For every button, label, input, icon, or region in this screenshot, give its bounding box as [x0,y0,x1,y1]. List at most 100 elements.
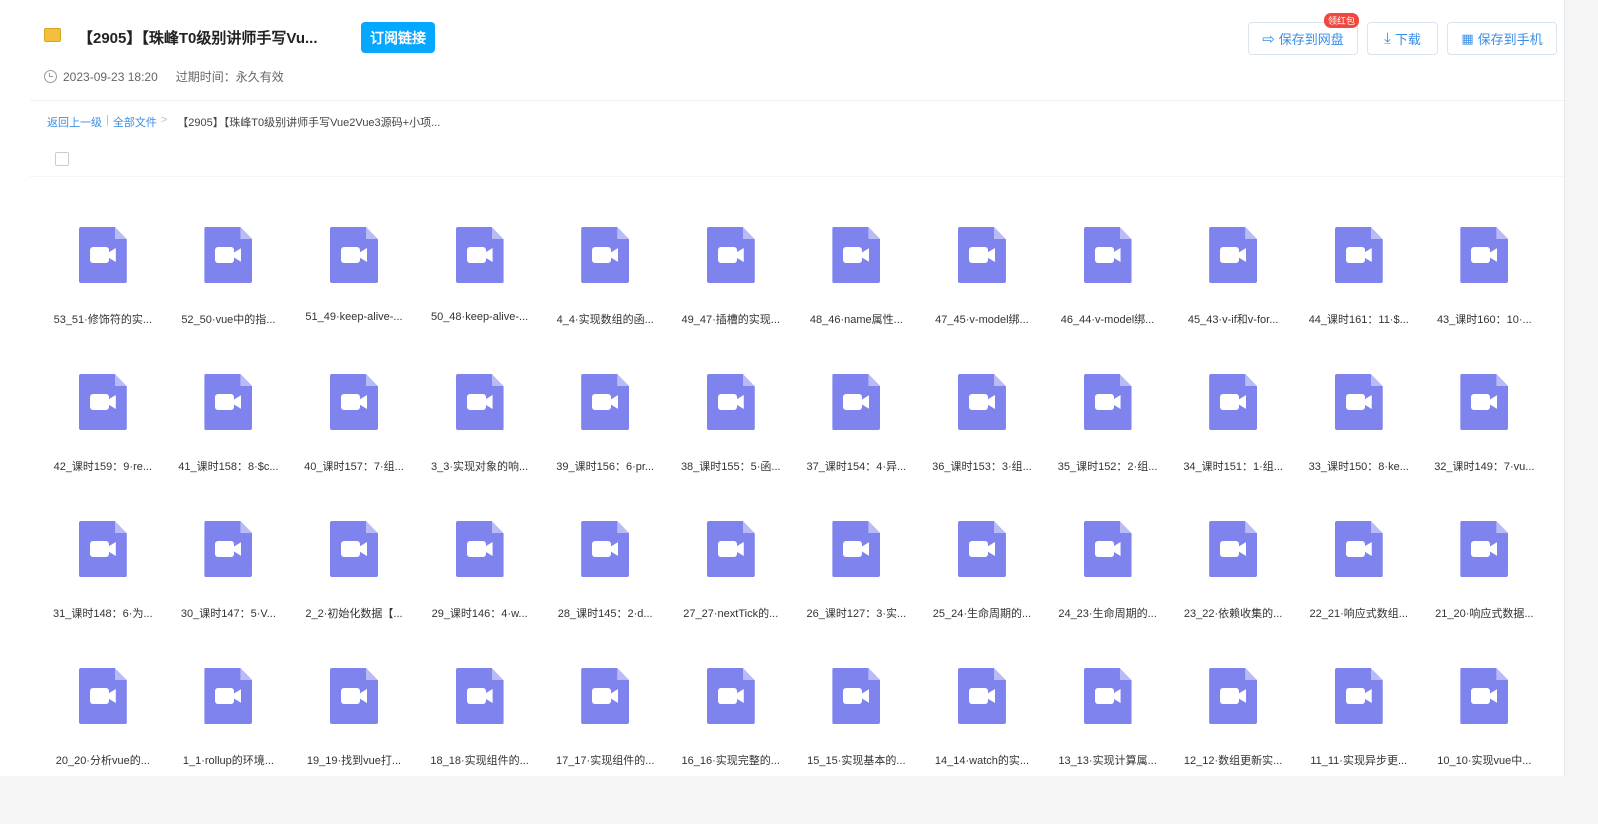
video-file-icon [1083,521,1132,577]
file-item[interactable]: 41_课时158：8·$c... [166,374,292,473]
video-file-icon [329,668,378,724]
file-item[interactable]: 29_课时146：4·w... [417,521,543,620]
video-file-icon [1209,374,1258,430]
file-item[interactable]: 38_课时155：5·函... [668,374,794,473]
video-file-icon [957,521,1006,577]
video-file-icon [1083,668,1132,724]
video-file-icon [455,227,504,283]
file-item[interactable]: 43_课时160：10·... [1422,227,1548,326]
video-file-icon [581,227,630,283]
file-item[interactable]: 20_20·分析vue的... [40,668,166,767]
file-item[interactable]: 11_11·实现异步更... [1296,668,1422,767]
share-meta: 2023-09-23 18:20 过期时间：永久有效 [44,68,284,85]
file-name: 51_49·keep-alive-... [305,311,403,323]
file-item[interactable]: 18_18·实现组件的... [417,668,543,767]
file-name: 29_课时146：4·w... [431,608,528,620]
file-item[interactable]: 25_24·生命周期的... [919,521,1045,620]
save-to-phone-button[interactable]: ▦ 保存到手机 [1447,22,1557,55]
file-item[interactable]: 50_48·keep-alive-... [417,227,543,323]
expire-text: 过期时间：永久有效 [175,70,284,84]
video-file-icon [78,227,127,283]
file-name: 31_课时148：6·为... [52,608,153,620]
file-item[interactable]: 2_2·初始化数据【... [291,521,417,620]
file-item[interactable]: 17_17·实现组件的... [542,668,668,767]
file-item[interactable]: 28_课时145：2·d... [542,521,668,620]
file-name: 37_课时154：4·异... [806,461,907,473]
file-item[interactable]: 45_43·v-if和v-for... [1170,227,1296,326]
video-file-icon [329,374,378,430]
all-files-link[interactable]: 全部文件 [113,114,157,130]
file-name: 45_43·v-if和v-for... [1187,314,1279,326]
file-item[interactable]: 36_课时153：3·组... [919,374,1045,473]
file-item[interactable]: 26_课时127：3·实... [794,521,920,620]
file-item[interactable]: 51_49·keep-alive-... [291,227,417,323]
video-file-icon [1334,227,1383,283]
file-name: 53_51·修饰符的实... [53,314,152,326]
file-item[interactable]: 14_14·watch的实... [919,668,1045,767]
video-file-icon [1209,668,1258,724]
subscribe-button[interactable]: 订阅链接 [361,22,435,53]
file-item[interactable]: 40_课时157：7·组... [291,374,417,473]
video-file-icon [581,521,630,577]
file-item[interactable]: 33_课时150：8·ke... [1296,374,1422,473]
file-item[interactable]: 31_课时148：6·为... [40,521,166,620]
file-name: 35_课时152：2·组... [1057,461,1158,473]
video-file-icon [204,374,253,430]
video-file-icon [78,668,127,724]
file-item[interactable]: 13_13·实现计算属... [1045,668,1171,767]
select-all-checkbox[interactable] [55,152,69,166]
file-name: 13_13·实现计算属... [1058,755,1157,767]
file-name: 39_课时156：6·pr... [556,461,655,473]
file-item[interactable]: 46_44·v-model绑... [1045,227,1171,326]
file-item[interactable]: 19_19·找到vue打... [291,668,417,767]
file-name: 11_11·实现异步更... [1310,755,1408,767]
file-item[interactable]: 42_课时159：9·re... [40,374,166,473]
file-item[interactable]: 35_课时152：2·组... [1045,374,1171,473]
file-name: 38_课时155：5·函... [680,461,781,473]
file-item[interactable]: 16_16·实现完整的... [668,668,794,767]
qr-code-icon: ▦ [1461,30,1474,46]
file-item[interactable]: 47_45·v-model绑... [919,227,1045,326]
file-name: 25_24·生命周期的... [932,608,1032,620]
video-file-icon [1460,227,1509,283]
file-item[interactable]: 4_4·实现数组的函... [542,227,668,326]
video-file-icon [706,227,755,283]
file-item[interactable]: 52_50·vue中的指... [166,227,292,326]
file-item[interactable]: 24_23·生命周期的... [1045,521,1171,620]
file-name: 3_3·实现对象的响... [430,461,529,473]
file-item[interactable]: 12_12·数组更新实... [1170,668,1296,767]
file-item[interactable]: 27_27·nextTick的... [668,521,794,620]
file-item[interactable]: 34_课时151：1·组... [1170,374,1296,473]
file-item[interactable]: 15_15·实现基本的... [794,668,920,767]
video-file-icon [1460,668,1509,724]
file-name: 12_12·数组更新实... [1183,755,1283,767]
file-name: 28_课时145：2·d... [557,608,653,620]
file-name: 15_15·实现基本的... [807,755,906,767]
video-file-icon [832,521,881,577]
file-name: 46_44·v-model绑... [1060,314,1155,326]
red-packet-badge: 领红包 [1323,13,1359,28]
file-item[interactable]: 48_46·name属性... [794,227,920,326]
file-item[interactable]: 23_22·依赖收集的... [1170,521,1296,620]
download-button[interactable]: ⤓ 下载 [1367,22,1438,55]
file-item[interactable]: 21_20·响应式数据... [1422,521,1548,620]
file-item[interactable]: 30_课时147：5·V... [166,521,292,620]
file-item[interactable]: 1_1·rollup的环境... [166,668,292,767]
save-to-disk-button[interactable]: ⇨ 保存到网盘 领红包 [1248,13,1359,55]
video-file-icon [706,521,755,577]
file-item[interactable]: 32_课时149：7·vu... [1422,374,1548,473]
back-link[interactable]: 返回上一级 [47,114,102,130]
file-item[interactable]: 37_课时154：4·异... [794,374,920,473]
file-item[interactable]: 44_课时161：11·$... [1296,227,1422,326]
file-item[interactable]: 22_21·响应式数组... [1296,521,1422,620]
divider [30,176,1564,177]
file-name: 40_课时157：7·组... [304,461,404,473]
file-item[interactable]: 53_51·修饰符的实... [40,227,166,326]
file-item[interactable]: 39_课时156：6·pr... [542,374,668,473]
file-name: 47_45·v-model绑... [935,314,1029,326]
video-file-icon [78,521,127,577]
file-item[interactable]: 10_10·实现vue中... [1422,668,1548,767]
file-item[interactable]: 49_47·插槽的实现... [668,227,794,326]
folder-icon [44,28,61,42]
file-item[interactable]: 3_3·实现对象的响... [417,374,543,473]
